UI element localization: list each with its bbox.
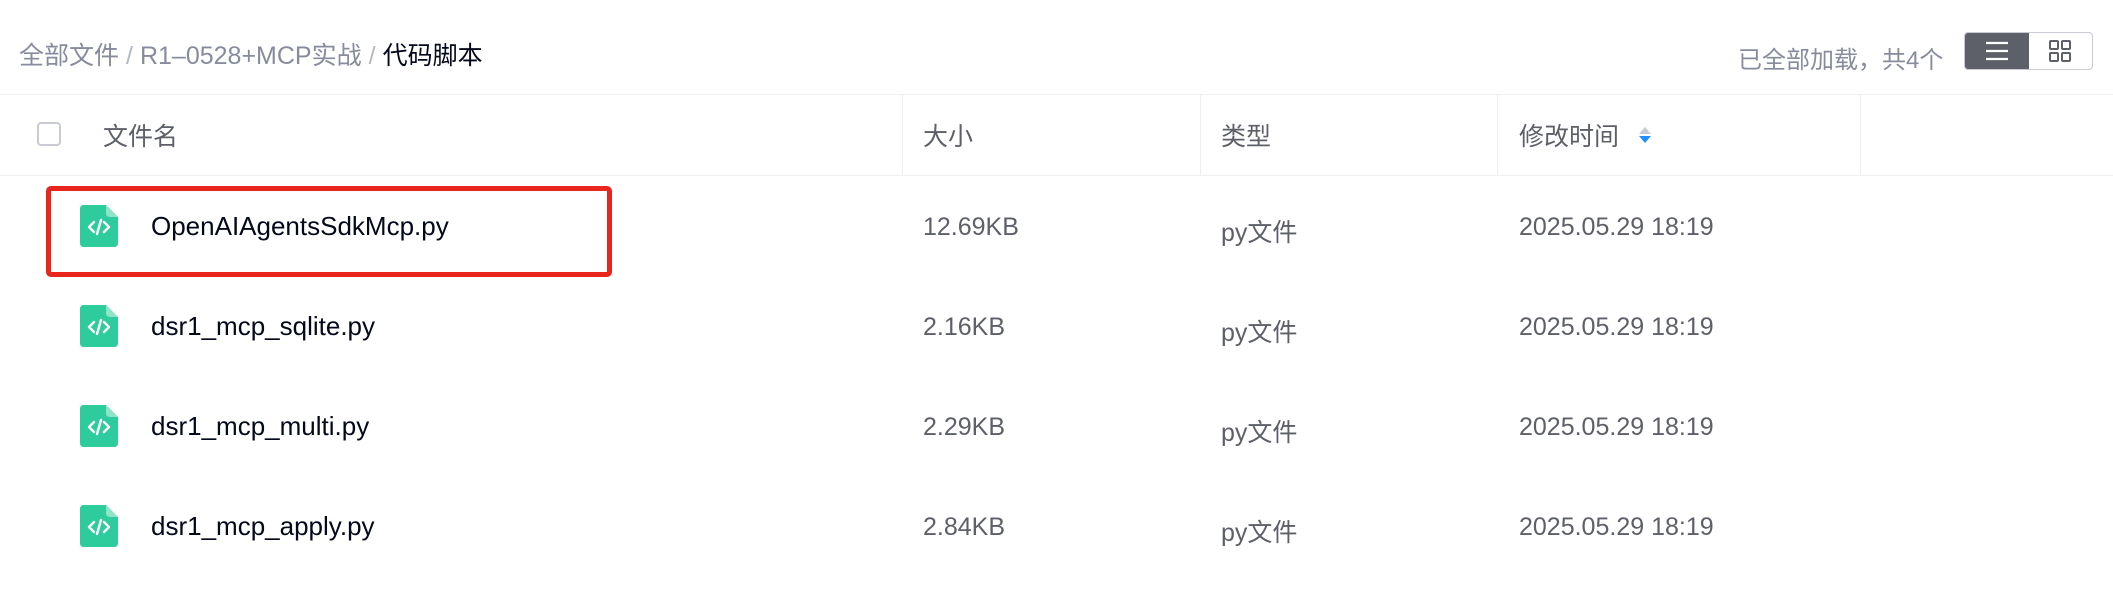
list-view-button[interactable] <box>1965 33 2029 69</box>
breadcrumb: 全部文件 / R1–0528+MCP实战 / 代码脚本 <box>19 36 483 72</box>
breadcrumb-current: 代码脚本 <box>382 42 483 70</box>
column-header-size[interactable]: 大小 <box>923 95 973 175</box>
file-name[interactable]: dsr1_mcp_apply.py <box>151 511 375 542</box>
column-divider[interactable] <box>1200 95 1201 175</box>
column-header-type[interactable]: 类型 <box>1221 95 1271 175</box>
load-status-text: 已全部加载，共4个 <box>1738 47 1944 74</box>
view-switch <box>1964 32 2093 70</box>
file-row[interactable]: dsr1_mcp_multi.py 2.29KB py文件 2025.05.29 18… <box>0 376 2113 476</box>
column-header-modified-label: 修改时间 <box>1519 123 1620 151</box>
column-divider[interactable] <box>902 95 903 175</box>
file-size: 2.84KB <box>923 513 1006 541</box>
code-file-icon <box>80 305 118 347</box>
file-type: py文件 <box>1221 319 1298 347</box>
sort-icon[interactable] <box>1639 127 1652 143</box>
file-name[interactable]: dsr1_mcp_multi.py <box>151 411 369 442</box>
column-header-modified[interactable]: 修改时间 <box>1519 95 1652 175</box>
list-icon <box>1985 41 2008 61</box>
file-type: py文件 <box>1221 419 1298 447</box>
top-bar: 全部文件 / R1–0528+MCP实战 / 代码脚本 已全部加载，共4个 <box>0 0 2113 95</box>
file-size: 12.69KB <box>923 213 1019 241</box>
file-name[interactable]: OpenAIAgentsSdkMcp.py <box>151 211 449 242</box>
breadcrumb-separator: / <box>368 42 376 70</box>
table-header: 文件名 大小 类型 修改时间 <box>0 95 2113 176</box>
breadcrumb-separator: / <box>126 42 133 70</box>
file-browser: 全部文件 / R1–0528+MCP实战 / 代码脚本 已全部加载，共4个 文件… <box>0 0 2113 591</box>
grid-icon <box>2049 40 2072 62</box>
file-row[interactable]: OpenAIAgentsSdkMcp.py 12.69KB py文件 2025.05.… <box>0 176 2113 276</box>
code-file-icon <box>80 205 118 247</box>
file-modified-time: 2025.05.29 18:19 <box>1519 313 1714 341</box>
column-divider[interactable] <box>1497 95 1498 175</box>
file-row[interactable]: dsr1_mcp_apply.py 2.84KB py文件 2025.05.29 18… <box>0 476 2113 576</box>
code-file-icon <box>80 505 118 547</box>
file-modified-time: 2025.05.29 18:19 <box>1519 513 1714 541</box>
file-modified-time: 2025.05.29 18:19 <box>1519 413 1714 441</box>
file-row[interactable]: dsr1_mcp_sqlite.py 2.16KB py文件 2025.05.29 1… <box>0 276 2113 376</box>
column-header-name[interactable]: 文件名 <box>103 95 178 175</box>
column-divider[interactable] <box>1860 95 1861 175</box>
file-modified-time: 2025.05.29 18:19 <box>1519 213 1714 241</box>
file-size: 2.29KB <box>923 413 1006 441</box>
grid-view-button[interactable] <box>2029 33 2093 69</box>
code-file-icon <box>80 405 118 447</box>
file-type: py文件 <box>1221 219 1298 247</box>
file-type: py文件 <box>1221 519 1298 547</box>
breadcrumb-root[interactable]: 全部文件 <box>19 42 119 70</box>
select-all-checkbox[interactable] <box>37 122 61 146</box>
file-size: 2.16KB <box>923 313 1006 341</box>
file-name[interactable]: dsr1_mcp_sqlite.py <box>151 311 375 342</box>
breadcrumb-folder[interactable]: R1–0528+MCP实战 <box>140 42 362 70</box>
